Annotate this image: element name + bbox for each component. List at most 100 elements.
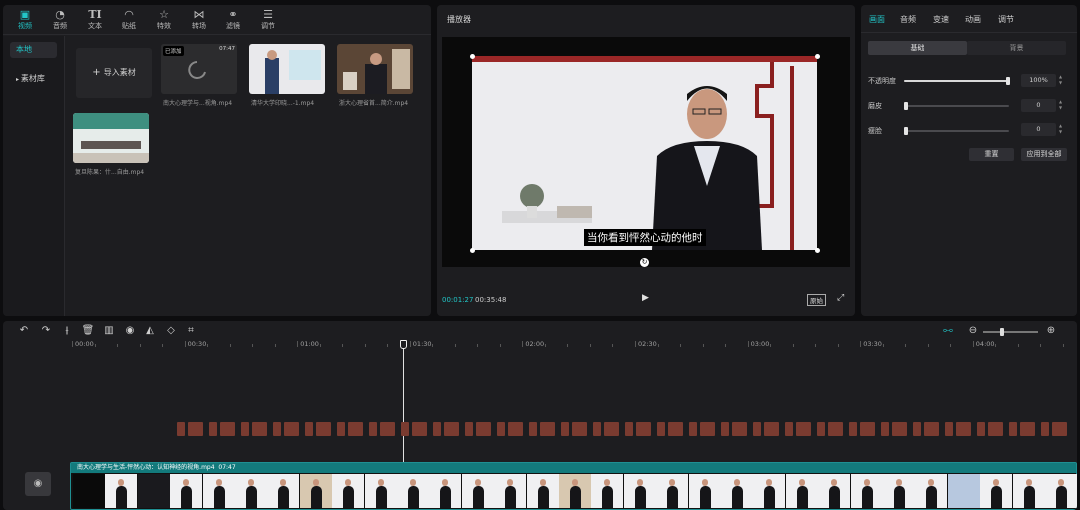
subtitle-clip[interactable] — [860, 422, 875, 436]
resize-handle[interactable] — [470, 54, 475, 59]
redo-icon[interactable]: ↷ — [39, 325, 53, 336]
subtitle-clip[interactable] — [636, 422, 651, 436]
subtitle-clip[interactable] — [732, 422, 747, 436]
import-media-button[interactable]: + 导入素材 — [76, 48, 152, 98]
subtitle-clip[interactable] — [497, 422, 505, 436]
subtitle-clip[interactable] — [380, 422, 395, 436]
subtitle-clip[interactable] — [1041, 422, 1049, 436]
fullscreen-icon[interactable]: ⤢ — [837, 293, 844, 303]
tab-speed[interactable]: 变速 — [933, 14, 949, 25]
freeze-icon[interactable]: ▥ — [102, 325, 116, 336]
video-frame[interactable]: 当你看到怦然心动的他时 — [472, 56, 817, 250]
subtitle-clip[interactable] — [476, 422, 491, 436]
subtitle-clip[interactable] — [956, 422, 971, 436]
subtitle-clip[interactable] — [753, 422, 761, 436]
subtitle-clip[interactable] — [721, 422, 729, 436]
thin-face-slider[interactable] — [904, 127, 1009, 135]
tool-video[interactable]: ▣ 视频 — [11, 7, 39, 34]
subtitle-clip[interactable] — [241, 422, 249, 436]
subtitle-clip[interactable] — [657, 422, 665, 436]
stepper-arrows-icon[interactable]: ▲ ▼ — [1059, 99, 1064, 111]
subtitle-clip[interactable] — [764, 422, 779, 436]
tool-text[interactable]: TI 文本 — [81, 7, 109, 34]
ratio-button[interactable]: 原始 — [807, 294, 826, 306]
subtitle-clip[interactable] — [316, 422, 331, 436]
subtitle-clip[interactable] — [412, 422, 427, 436]
undo-icon[interactable]: ↶ — [17, 325, 31, 336]
subtitle-clip[interactable] — [444, 422, 459, 436]
mirror-icon[interactable]: ◭ — [143, 325, 157, 336]
play-button[interactable]: ▶ — [642, 293, 652, 305]
subtitle-clip[interactable] — [988, 422, 1003, 436]
zoom-in-icon[interactable]: ⊕ — [1044, 325, 1058, 336]
apply-all-button[interactable]: 应用到全部 — [1021, 148, 1067, 161]
rotate-handle-icon[interactable]: ↻ — [640, 258, 649, 267]
subtitle-clip[interactable] — [593, 422, 601, 436]
subtitle-clip[interactable] — [1052, 422, 1067, 436]
subtitle-clip[interactable] — [508, 422, 523, 436]
subtitle-clip[interactable] — [796, 422, 811, 436]
split-icon[interactable]: ⫲ — [60, 325, 74, 336]
zoom-out-icon[interactable]: ⊖ — [966, 325, 980, 336]
subtitle-clip[interactable] — [625, 422, 633, 436]
media-thumb-2[interactable] — [249, 44, 325, 94]
zoom-knob[interactable] — [1000, 328, 1004, 336]
subtitle-clip[interactable] — [604, 422, 619, 436]
tool-effects[interactable]: ☆ 特效 — [150, 7, 178, 34]
track-audio-toggle[interactable]: ◉ — [25, 472, 51, 496]
time-ruler[interactable]: 00:00 00:30 01:00 01:30 02:00 02:30 03:00 03:30… — [3, 337, 1077, 349]
sidebar-item-library[interactable]: ▸ 素材库 — [10, 71, 57, 87]
subtitle-clip[interactable] — [433, 422, 441, 436]
subtitle-clip[interactable] — [220, 422, 235, 436]
tab-adjust[interactable]: 调节 — [998, 14, 1014, 25]
subtitle-clip[interactable] — [540, 422, 555, 436]
subtitle-clip[interactable] — [689, 422, 697, 436]
subtitle-clip[interactable] — [572, 422, 587, 436]
tool-filter[interactable]: ⚭ 滤镜 — [219, 7, 247, 34]
media-thumb-4[interactable] — [73, 113, 149, 163]
tab-picture[interactable]: 画面 — [869, 14, 885, 25]
smooth-value[interactable]: 0 — [1021, 99, 1056, 112]
resize-handle[interactable] — [815, 54, 820, 59]
subtitle-clip[interactable] — [401, 422, 409, 436]
slider-knob[interactable] — [1006, 77, 1010, 85]
tool-audio[interactable]: ◔ 音频 — [46, 7, 74, 34]
subtitle-clip[interactable] — [924, 422, 939, 436]
segment-basic[interactable]: 基础 — [868, 41, 967, 55]
subtitle-clip[interactable] — [348, 422, 363, 436]
subtitle-clip[interactable] — [369, 422, 377, 436]
subtitle-clip[interactable] — [1020, 422, 1035, 436]
resize-handle[interactable] — [815, 248, 820, 253]
subtitle-clip[interactable] — [284, 422, 299, 436]
tab-animation[interactable]: 动画 — [965, 14, 981, 25]
opacity-slider[interactable] — [904, 77, 1010, 85]
stepper-arrows-icon[interactable]: ▲ ▼ — [1059, 74, 1064, 86]
subtitle-clip[interactable] — [177, 422, 185, 436]
subtitle-clip[interactable] — [273, 422, 281, 436]
subtitle-clip[interactable] — [700, 422, 715, 436]
playhead-handle[interactable] — [400, 340, 407, 349]
subtitle-clip[interactable] — [209, 422, 217, 436]
media-thumb-3[interactable] — [337, 44, 413, 94]
subtitle-clip[interactable] — [529, 422, 537, 436]
subtitle-clip[interactable] — [828, 422, 843, 436]
subtitle-clip[interactable] — [977, 422, 985, 436]
stepper-arrows-icon[interactable]: ▲ ▼ — [1059, 123, 1064, 135]
subtitle-clip[interactable] — [892, 422, 907, 436]
delete-icon[interactable]: 🗑 — [81, 325, 95, 336]
crop-icon[interactable]: ⌗ — [184, 325, 198, 336]
subtitle-clip[interactable] — [561, 422, 569, 436]
rotate-icon[interactable]: ◇ — [164, 325, 178, 336]
tool-adjust[interactable]: ☰ 调节 — [254, 7, 282, 34]
subtitle-clip[interactable] — [849, 422, 857, 436]
subtitle-clip[interactable] — [188, 422, 203, 436]
reset-button[interactable]: 重置 — [969, 148, 1014, 161]
sidebar-item-local[interactable]: 本地 — [10, 42, 57, 58]
subtitle-clip[interactable] — [465, 422, 473, 436]
snap-icon[interactable]: ⧟ — [941, 325, 955, 336]
reverse-icon[interactable]: ◉ — [123, 325, 137, 336]
subtitle-clip[interactable] — [668, 422, 683, 436]
resize-handle[interactable] — [470, 248, 475, 253]
tool-transition[interactable]: ⋈ 转场 — [185, 7, 213, 34]
main-video-track[interactable]: 南大心理学与生活-怦然心动：认知神经的视角.mp4 07:47 — [70, 462, 1077, 510]
